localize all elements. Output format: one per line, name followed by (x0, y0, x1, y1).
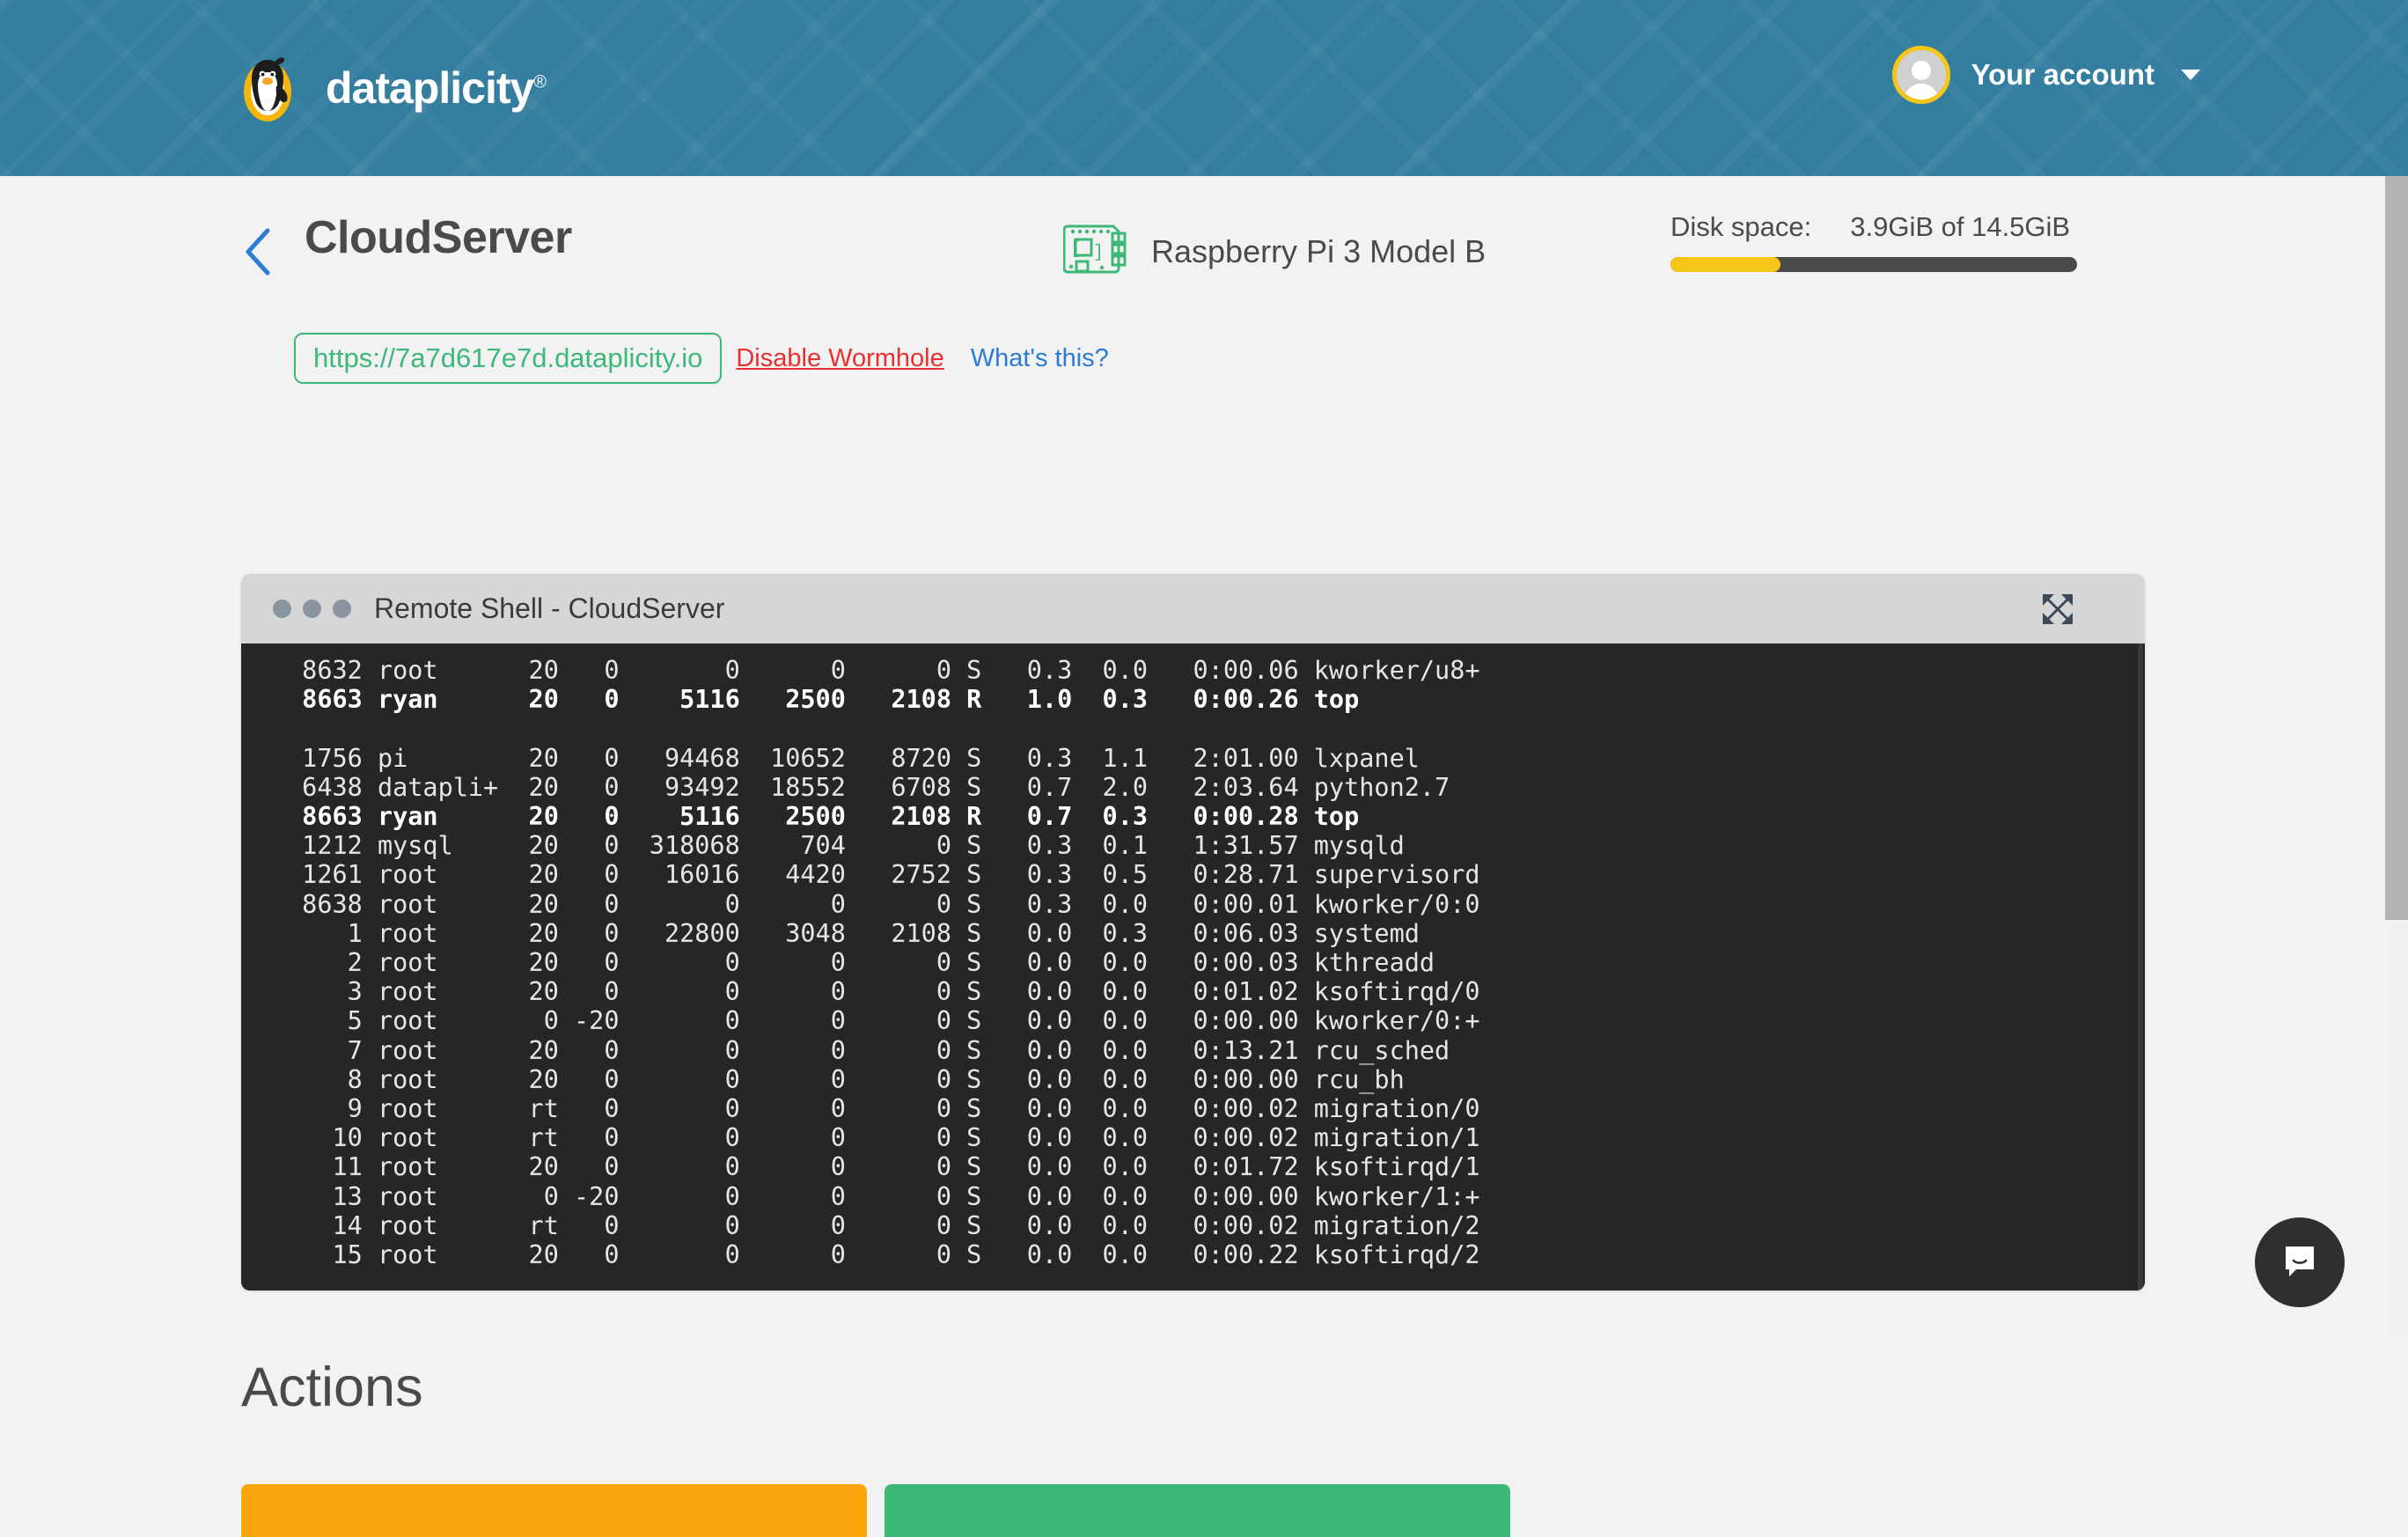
terminal-scrollbar[interactable] (2136, 643, 2145, 1291)
actions-heading: Actions (241, 1357, 423, 1418)
top-header-bar: dataplicity® Your account (0, 0, 2408, 176)
terminal-output-area[interactable]: 8632 root 20 0 0 0 0 S 0.3 0.0 0:00.06 k… (241, 643, 2145, 1291)
disk-space-label: Disk space: (1670, 211, 1812, 242)
terminal-title: Remote Shell - CloudServer (374, 592, 725, 624)
terminal-process-list: 8632 root 20 0 0 0 0 S 0.3 0.0 0:00.06 k… (287, 656, 1480, 1270)
account-menu-label: Your account (1971, 58, 2155, 91)
disable-wormhole-link[interactable]: Disable Wormhole (736, 344, 947, 373)
whats-this-link[interactable]: What's this? (971, 344, 1109, 373)
actions-button-group (241, 1484, 1510, 1537)
page-title: CloudServer (305, 212, 572, 263)
chat-launcher-button[interactable] (2255, 1217, 2345, 1307)
page-scrollbar-track[interactable] (2385, 176, 2408, 1340)
device-info: [ ] Raspberry Pi 3 Model B (1062, 222, 1487, 281)
disk-space-progress-track (1670, 257, 2077, 272)
chat-bubble-icon (2279, 1239, 2321, 1286)
brand-logo[interactable]: dataplicity® (239, 51, 547, 125)
wormhole-url-link[interactable]: https://7a7d617e7d.dataplicity.io (294, 333, 723, 384)
window-traffic-lights (273, 599, 351, 618)
registered-mark: ® (533, 72, 547, 92)
device-title-row: CloudServer [ ] Raspberry Pi 3 Model B D… (0, 211, 2408, 308)
svg-text:]: ] (1093, 243, 1104, 263)
window-dot-icon (333, 599, 351, 618)
chevron-down-icon (2181, 70, 2200, 80)
action-button-primary[interactable] (241, 1484, 867, 1537)
back-button[interactable] (243, 227, 273, 276)
device-model-name: Raspberry Pi 3 Model B (1151, 232, 1487, 269)
user-avatar-icon (1891, 46, 1950, 104)
disk-space-widget: Disk space: 3.9GiB of 14.5GiB (1670, 211, 2084, 272)
raspberry-pi-board-icon: [ ] (1062, 222, 1128, 281)
disk-space-progress-fill (1670, 257, 1780, 272)
window-dot-icon (303, 599, 321, 618)
window-dot-icon (273, 599, 291, 618)
expand-arrows-icon[interactable] (2041, 592, 2074, 626)
account-menu[interactable]: Your account (1891, 46, 2200, 104)
action-button-secondary[interactable] (885, 1484, 1510, 1537)
terminal-title-bar: Remote Shell - CloudServer (241, 574, 2145, 643)
penguin-logo-icon (239, 51, 308, 125)
page-scrollbar-thumb[interactable] (2385, 176, 2408, 920)
svg-text:[: [ (1070, 239, 1081, 260)
remote-shell-panel: Remote Shell - CloudServer 8632 root 20 … (241, 574, 2145, 1291)
brand-name: dataplicity® (326, 63, 547, 113)
disk-space-value: 3.9GiB of 14.5GiB (1850, 211, 2071, 242)
wormhole-row: https://7a7d617e7d.dataplicity.io Disabl… (294, 333, 1109, 384)
